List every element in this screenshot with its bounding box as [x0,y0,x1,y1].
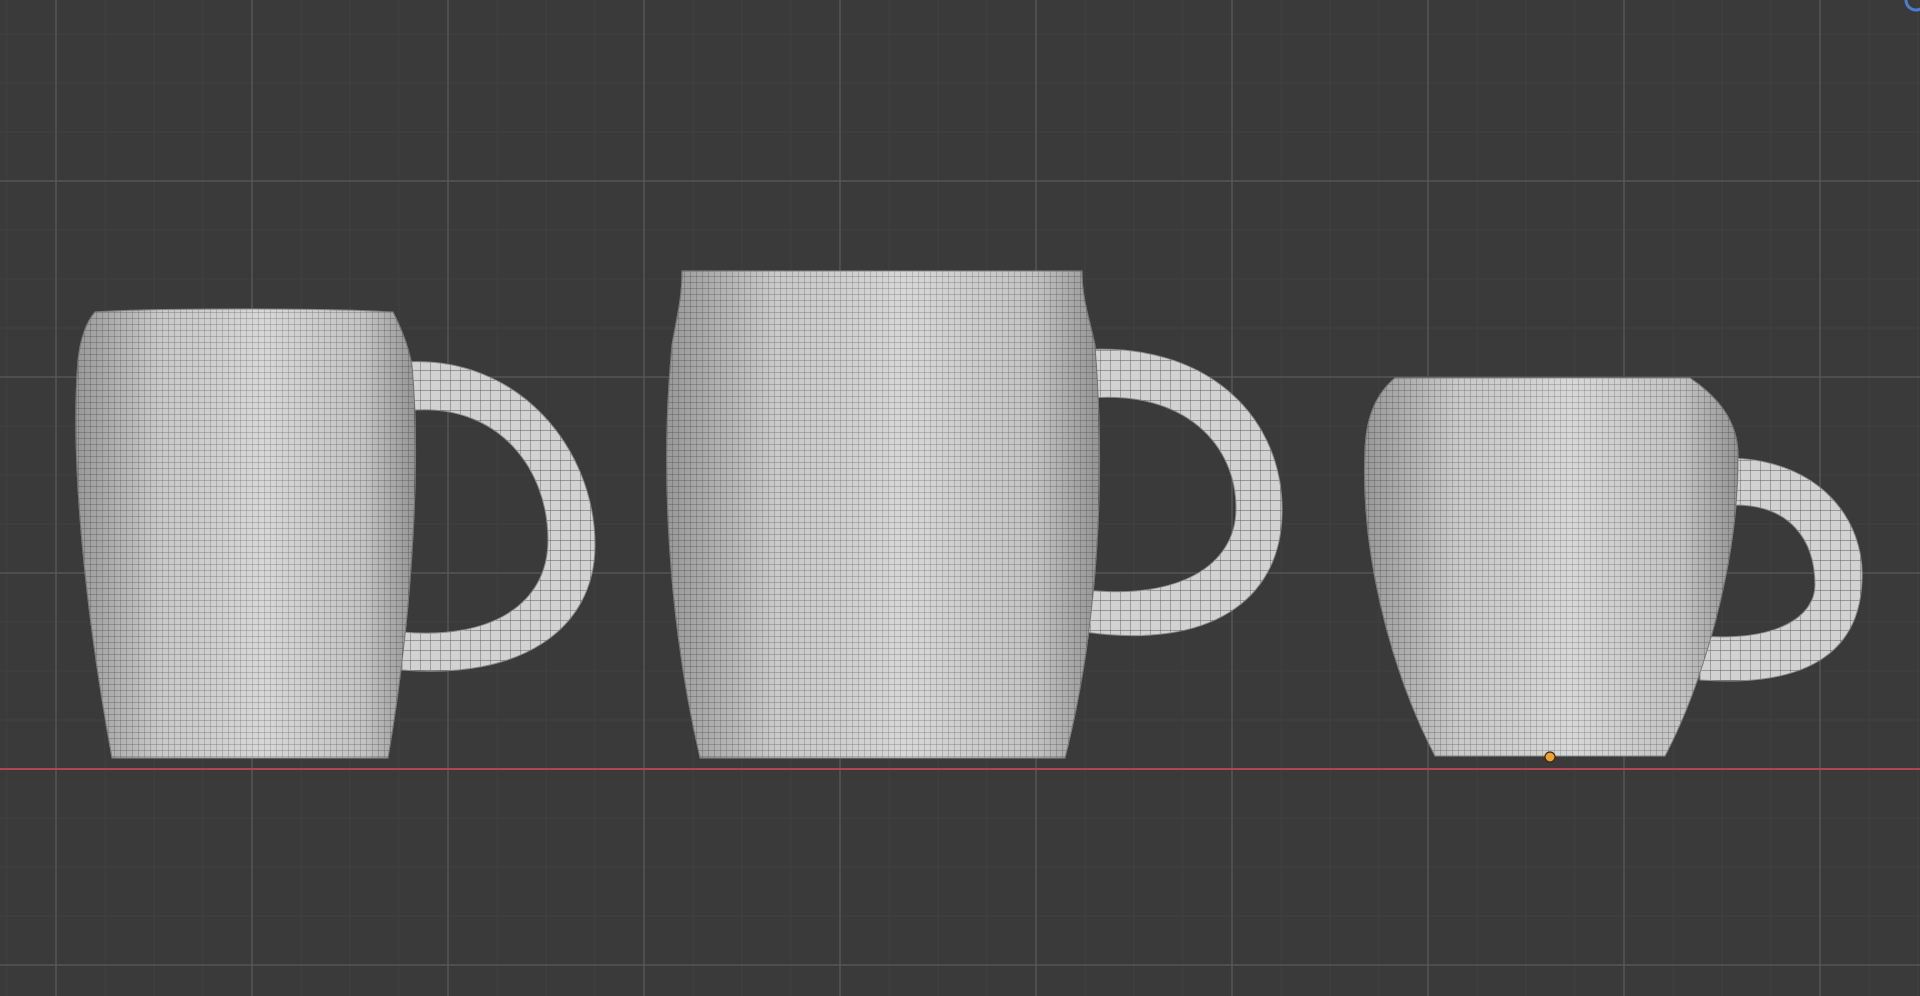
3d-viewport[interactable] [0,0,1920,996]
mug-tapered-handle [401,361,596,672]
viewport-canvas[interactable] [0,0,1920,996]
object-origin-dot[interactable] [1544,751,1556,763]
mug-barrel-mesh[interactable] [666,270,1283,759]
cup-rounded-mesh[interactable] [1364,377,1863,763]
mug-barrel-handle [1079,348,1283,637]
